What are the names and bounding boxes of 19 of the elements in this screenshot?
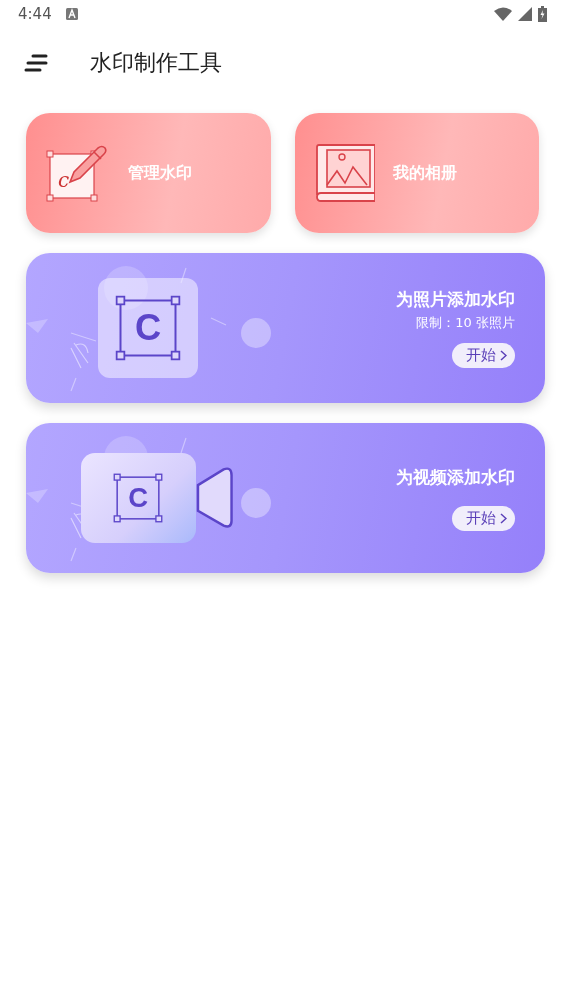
photo-frame-icon: C xyxy=(98,278,198,378)
manage-watermark-card[interactable]: c 管理水印 xyxy=(26,113,271,233)
menu-icon[interactable] xyxy=(24,54,48,72)
banner-title: 为视频添加水印 xyxy=(396,465,515,489)
wifi-icon xyxy=(494,7,512,21)
signal-icon xyxy=(518,7,532,21)
app-title: 水印制作工具 xyxy=(90,49,222,77)
status-time: 4:44 xyxy=(18,5,52,23)
banner-title: 为照片添加水印 xyxy=(396,288,515,311)
photo-album-icon xyxy=(314,143,375,203)
chevron-right-icon xyxy=(500,512,507,524)
start-button[interactable]: 开始 xyxy=(452,343,515,368)
banner-subtitle: 限制：10 张照片 xyxy=(416,314,515,332)
video-watermark-banner[interactable]: C 为视频添加水印 开始 xyxy=(26,423,545,573)
battery-icon xyxy=(538,6,547,22)
chevron-right-icon xyxy=(500,350,507,361)
photo-watermark-banner[interactable]: C 为照片添加水印 限制：10 张照片 开始 xyxy=(26,253,545,403)
start-button[interactable]: 开始 xyxy=(452,505,515,531)
notification-icon xyxy=(65,8,78,20)
